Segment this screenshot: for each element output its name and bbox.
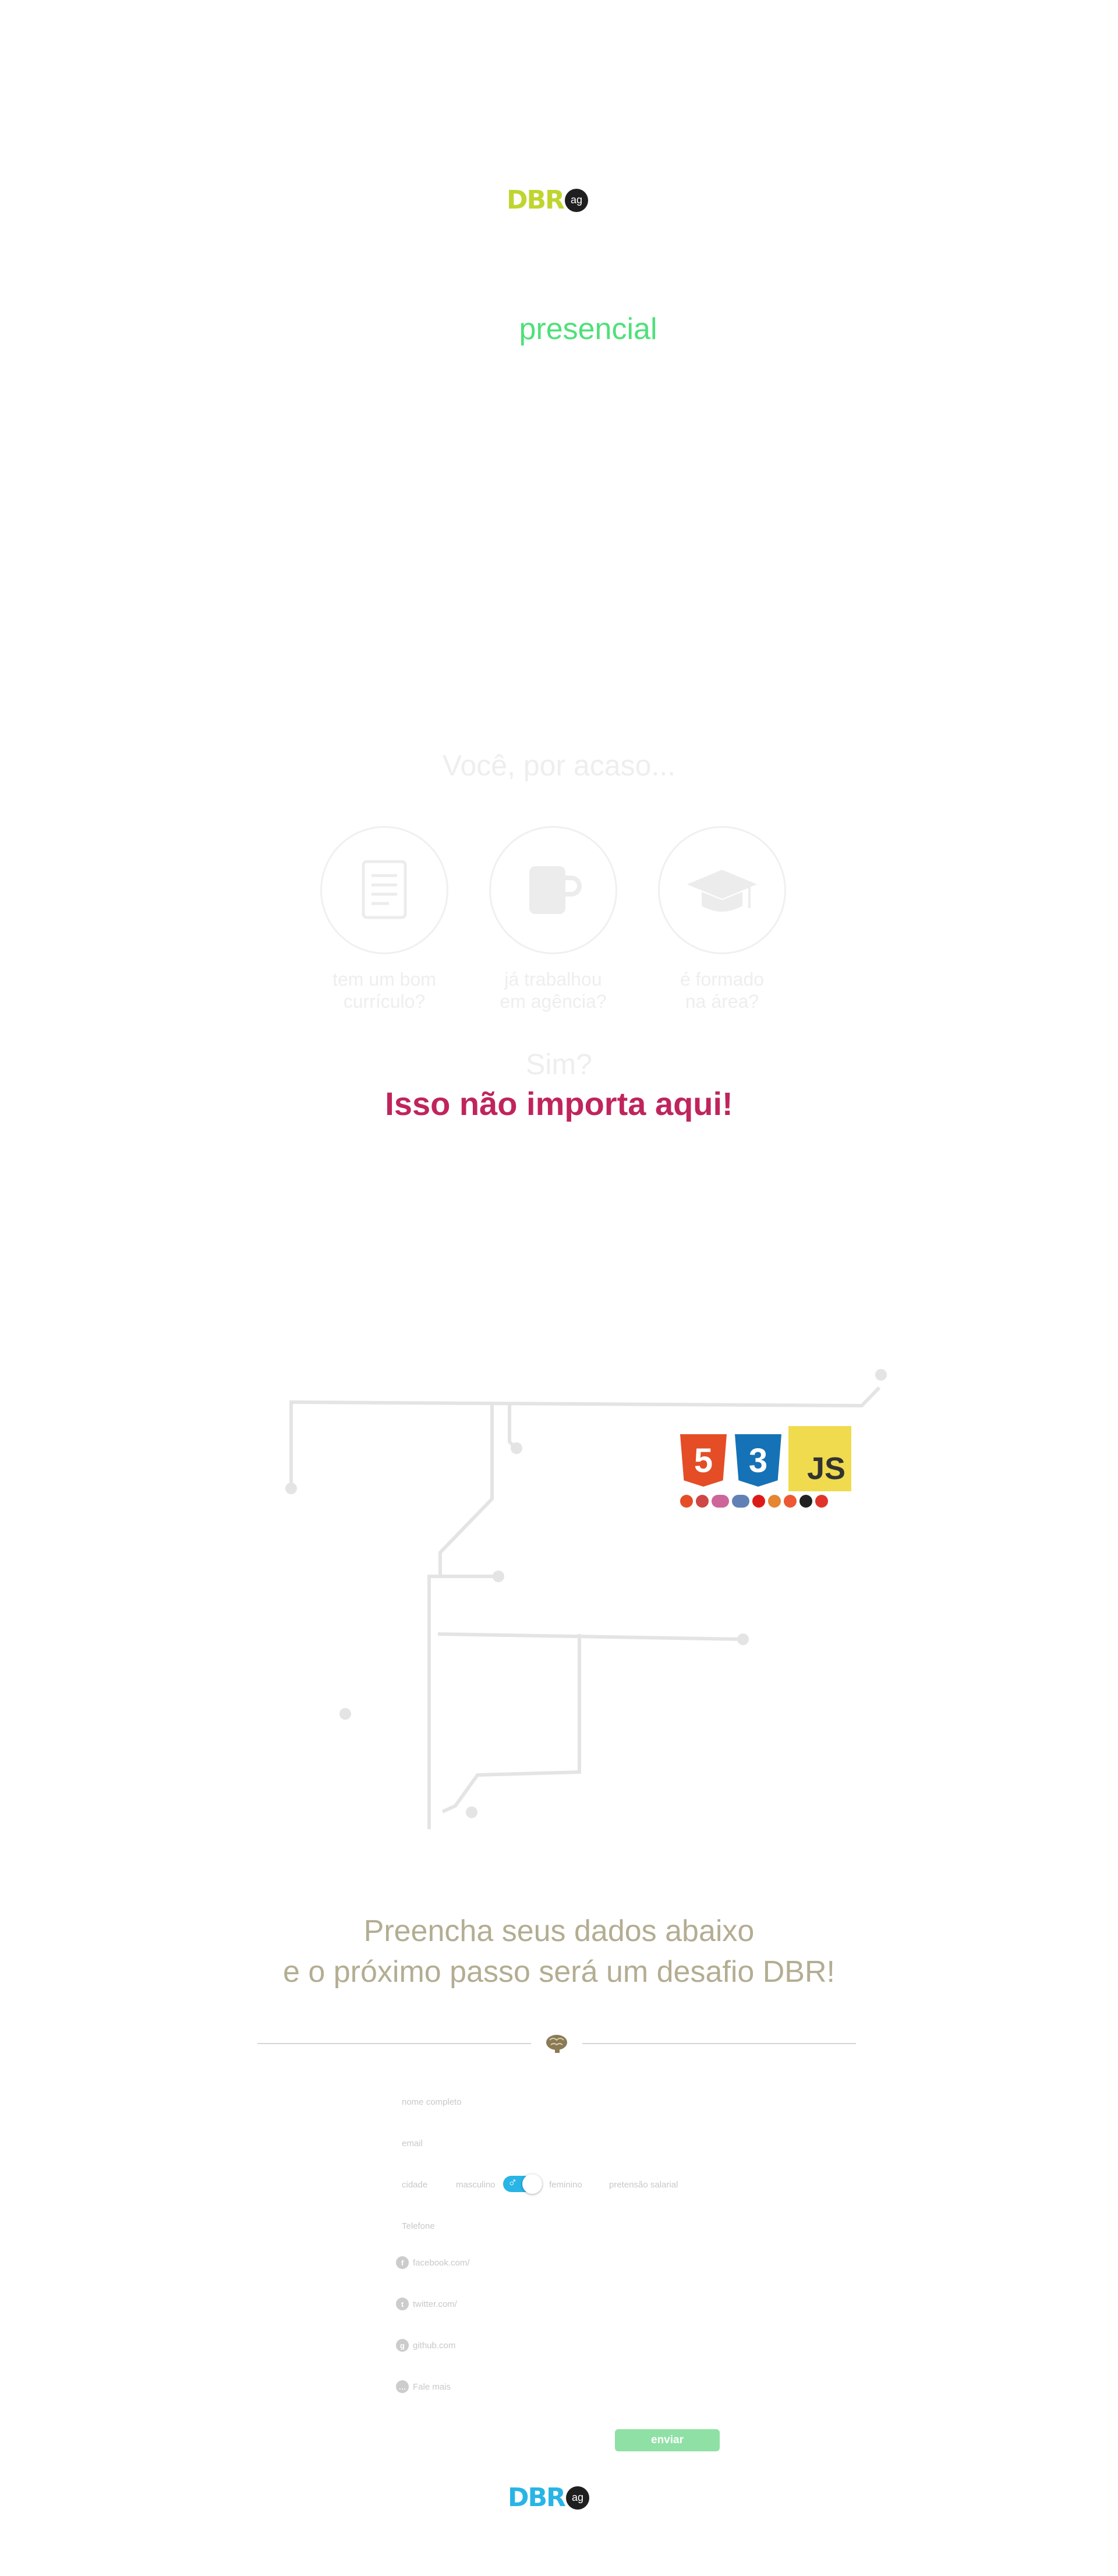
resume-label: tem um bom currículo?: [332, 969, 436, 1012]
footer-logo-badge: ag: [565, 2486, 589, 2510]
angular-icon: [752, 1495, 765, 1508]
jekyll-icon: [799, 1495, 812, 1508]
logo-letters: DBR: [507, 185, 565, 215]
phone-field[interactable]: Telefone: [402, 2221, 435, 2231]
gender-male-label[interactable]: masculino: [456, 2180, 496, 2190]
name-field[interactable]: nome completo: [402, 2097, 462, 2107]
javascript-badge: JS: [788, 1426, 851, 1491]
graduation-cap-icon: [687, 870, 757, 912]
logo-badge: ag: [564, 188, 588, 212]
degree-circle: [658, 826, 786, 954]
about-field[interactable]: Fale mais: [413, 2382, 451, 2392]
gulp-icon: [696, 1495, 709, 1508]
intro-answer: Isso não importa aqui!: [385, 1085, 733, 1122]
gender-female-label[interactable]: feminino: [549, 2180, 582, 2190]
php-icon: [732, 1495, 749, 1508]
yeoman-icon: [815, 1495, 828, 1508]
email-field[interactable]: email: [402, 2139, 423, 2148]
html5-badge: 5: [680, 1434, 727, 1487]
css3-badge: 3: [735, 1434, 781, 1487]
bower-icon: [784, 1495, 797, 1508]
facebook-icon: f: [396, 2256, 409, 2269]
grunt-icon: [768, 1495, 781, 1508]
github-icon: g: [396, 2339, 409, 2352]
submit-button[interactable]: enviar: [615, 2429, 720, 2451]
circuit-lines: [285, 1369, 887, 1829]
city-field[interactable]: cidade: [402, 2180, 427, 2190]
git-icon: [680, 1495, 693, 1508]
header-logo[interactable]: DBR ag: [507, 185, 588, 215]
twitter-icon: t: [396, 2298, 409, 2310]
speech-bubble-icon: …: [396, 2380, 409, 2393]
male-symbol-icon: ♂: [508, 2175, 518, 2189]
salary-field[interactable]: pretensão salarial: [609, 2180, 678, 2190]
resume-circle: [320, 826, 448, 954]
footer-logo-letters: DBR: [508, 2483, 566, 2513]
facebook-field[interactable]: facebook.com/: [413, 2258, 470, 2268]
intro-question: Sim?: [526, 1048, 592, 1081]
divider-left: [257, 2043, 531, 2044]
brain-icon: [544, 2033, 569, 2057]
gender-toggle-knob[interactable]: [522, 2174, 542, 2194]
divider-right: [582, 2043, 856, 2044]
mug-icon: [529, 866, 582, 914]
degree-label: é formado na área?: [680, 969, 765, 1012]
footer-logo[interactable]: DBR ag: [508, 2483, 589, 2513]
agency-circle: [489, 826, 617, 954]
agency-label: já trabalhou em agência?: [500, 969, 607, 1012]
twitter-field[interactable]: twitter.com/: [413, 2299, 457, 2309]
form-title: Preencha seus dados abaixo e o próximo p…: [283, 1914, 835, 1989]
document-icon: [362, 860, 407, 919]
intro-title: Você, por acaso...: [442, 749, 676, 782]
sass-icon: [712, 1495, 729, 1508]
tagline: presencial: [519, 312, 657, 346]
github-field[interactable]: github.com: [413, 2341, 455, 2351]
tech-mini-logos: [680, 1495, 828, 1508]
